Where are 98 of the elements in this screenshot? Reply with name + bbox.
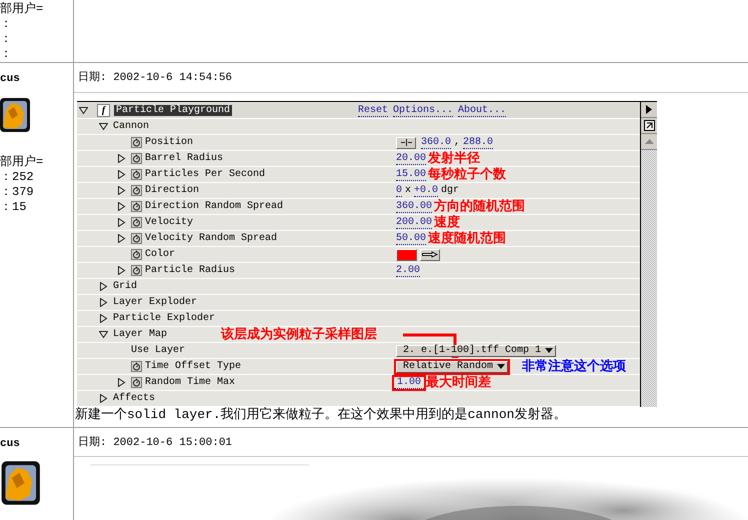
property-label: Random Time Max (145, 377, 236, 388)
expand-arrow-icon[interactable] (117, 218, 126, 227)
annotation: 最大时间差 (426, 376, 492, 390)
property-label: Direction (145, 185, 200, 196)
expand-arrow-icon[interactable] (99, 298, 108, 307)
expand-arrow-icon[interactable] (99, 394, 108, 403)
stopwatch-icon[interactable] (131, 217, 142, 228)
annotation: 每秒粒子个数 (428, 168, 506, 182)
value-field[interactable]: +0.0 (414, 184, 438, 196)
panel-menu-button[interactable] (641, 102, 657, 118)
expand-arrow-icon[interactable] (99, 122, 108, 131)
expand-arrow-icon[interactable] (117, 186, 126, 195)
property-label: Affects (113, 393, 156, 404)
expand-arrow-icon[interactable] (99, 330, 108, 339)
up-arrow-icon (644, 139, 654, 144)
user-stat: ： (0, 32, 12, 47)
expand-arrow-icon[interactable] (117, 202, 126, 211)
property-label: Position (145, 137, 194, 148)
triangle-icon (646, 105, 652, 114)
color-swatch[interactable] (396, 248, 417, 260)
property-label: Layer Exploder (113, 297, 198, 308)
caret-icon (545, 348, 554, 353)
property-label: Particle Radius (145, 265, 236, 276)
value-field[interactable]: 360.0 (421, 136, 452, 148)
user-stat: ：379 (0, 185, 34, 200)
post-date: 日期: 2002-10-6 15:00:01 (74, 428, 748, 457)
unit-label: dgr (441, 185, 460, 196)
expand-arrow-icon[interactable] (117, 170, 126, 179)
property-label: Cannon (113, 121, 150, 132)
expand-arrow-icon[interactable] (117, 154, 126, 163)
stopwatch-icon[interactable] (131, 137, 142, 148)
annotation: 方向的随机范围 (434, 200, 526, 214)
value-field[interactable]: 1.00 (394, 376, 424, 388)
link[interactable]: About... (458, 104, 506, 116)
annotation: 发射半径 (428, 152, 480, 166)
avatar-icon (0, 97, 32, 133)
annotation: 速度随机范围 (428, 232, 506, 246)
user-stat: ：252 (0, 170, 34, 185)
stopwatch-icon[interactable] (131, 265, 142, 276)
expand-arrow-icon[interactable] (117, 266, 126, 275)
stopwatch-icon[interactable] (131, 201, 142, 212)
property-label: Particles Per Second (145, 169, 266, 180)
value-field[interactable]: 50.00 (396, 232, 426, 244)
username: cus (0, 73, 20, 85)
expand-arrow-icon[interactable] (117, 378, 126, 387)
window-icon (644, 120, 654, 131)
dropdown[interactable]: 2. e.[1-100].tff Comp 1 (396, 344, 556, 356)
stopwatch-icon[interactable] (131, 153, 142, 164)
link[interactable]: Reset (358, 104, 388, 116)
eyedropper-button[interactable] (420, 248, 440, 260)
user-group: 部用户= (0, 155, 44, 170)
stopwatch-icon[interactable] (131, 377, 142, 388)
caption: 新建一个solid layer.我们用它来做粒子。在这个效果中用到的是cannon发射器。 (75, 407, 568, 423)
property-label: Particle Exploder (113, 313, 216, 324)
expand-arrow-icon[interactable] (117, 234, 126, 243)
separator: , (454, 137, 460, 148)
stopwatch-icon[interactable] (131, 249, 142, 260)
property-label: Layer Map (113, 329, 168, 340)
user-stat: ：15 (0, 200, 26, 215)
value-field[interactable]: 2.00 (396, 264, 420, 276)
dropdown[interactable]: Relative Random (396, 360, 508, 372)
property-label: Velocity (145, 217, 194, 228)
user-stat: ： (0, 47, 12, 62)
annotation: 速度 (434, 216, 460, 230)
value-field[interactable]: 20.00 (396, 152, 426, 164)
expand-arrow-icon[interactable] (99, 282, 108, 291)
user-stat: ： (0, 17, 12, 32)
stopwatch-icon[interactable] (131, 233, 142, 244)
stopwatch-icon[interactable] (131, 361, 142, 372)
stopwatch-icon[interactable] (131, 169, 142, 180)
annotation: 非常注意这个选项 (522, 360, 626, 374)
property-label: Use Layer (131, 345, 186, 356)
caret-icon (497, 364, 506, 369)
expand-arrow-icon[interactable] (79, 106, 88, 115)
property-label: Time Offset Type (145, 361, 242, 372)
property-label: Direction Random Spread (145, 201, 284, 212)
username: cus (0, 438, 20, 450)
stopwatch-icon[interactable] (131, 185, 142, 196)
expand-arrow-icon[interactable] (99, 314, 108, 323)
value-field[interactable]: 0 (396, 184, 402, 196)
user-group: 部用户= (0, 2, 44, 17)
effect-title: Particle Playground (114, 105, 232, 116)
crosshair-icon (400, 139, 412, 146)
link[interactable]: Options... (393, 104, 454, 116)
value-field[interactable]: 15.00 (396, 168, 426, 180)
separator: x (405, 185, 412, 196)
property-label: Color (145, 249, 176, 260)
property-label: Barrel Radius (145, 153, 224, 164)
annotation: 该层成为实例粒子采样图层 (221, 327, 377, 342)
post-date: 日期: 2002-10-6 14:54:56 (74, 63, 748, 93)
property-label: Grid (113, 281, 138, 292)
panel-toggle-button[interactable] (641, 118, 657, 134)
value-field[interactable]: 360.00 (396, 200, 432, 212)
effect-switch[interactable]: f (97, 104, 110, 117)
crosshair-button[interactable] (396, 136, 416, 148)
value-field[interactable]: 288.0 (463, 136, 494, 148)
value-field[interactable]: 200.00 (396, 216, 432, 228)
property-label: Velocity Random Spread (145, 233, 278, 244)
